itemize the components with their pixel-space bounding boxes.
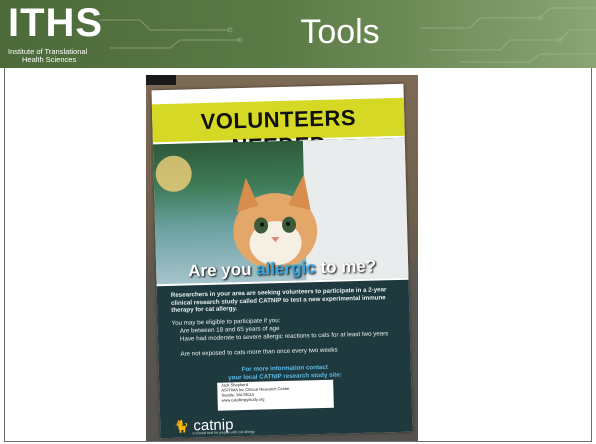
kitten-image: Are you allergic to me? xyxy=(152,137,409,285)
more-info: For more information contact your local … xyxy=(199,363,371,382)
cat-icon: 🐈 xyxy=(174,419,190,434)
poster-intro: Researchers in your area are seeking vol… xyxy=(170,286,387,314)
logo-subtitle: Institute of Translational Health Scienc… xyxy=(8,48,98,64)
logo-main-text: ITHS xyxy=(8,1,104,45)
bullet-3: Are not exposed to cats more than once e… xyxy=(180,346,338,358)
poster-photo: VOLUNTEERS NEEDED Are you al xyxy=(146,75,418,441)
poster-banner: VOLUNTEERS NEEDED xyxy=(151,97,405,159)
contact-card: Jack Shepherd ASTHMA Inc Clinical Resear… xyxy=(217,379,334,411)
caption-part2: to me? xyxy=(315,256,377,278)
catnip-tagline: a clinical trial for people with cat all… xyxy=(192,429,255,436)
slide: ITHS Institute of Translational Health S… xyxy=(0,0,596,444)
poster-info-panel: Researchers in your area are seeking vol… xyxy=(156,279,413,439)
logo-sub-line2: Health Sciences xyxy=(22,55,77,64)
caption-highlight: allergic xyxy=(255,258,316,279)
slide-title: Tools xyxy=(300,13,380,51)
volunteer-poster: VOLUNTEERS NEEDED Are you al xyxy=(151,83,413,439)
slide-header: ITHS Institute of Translational Health S… xyxy=(0,0,596,68)
black-tape xyxy=(146,75,176,85)
caption-part1: Are you xyxy=(187,259,257,281)
iths-logo: ITHS Institute of Translational Health S… xyxy=(8,1,102,64)
